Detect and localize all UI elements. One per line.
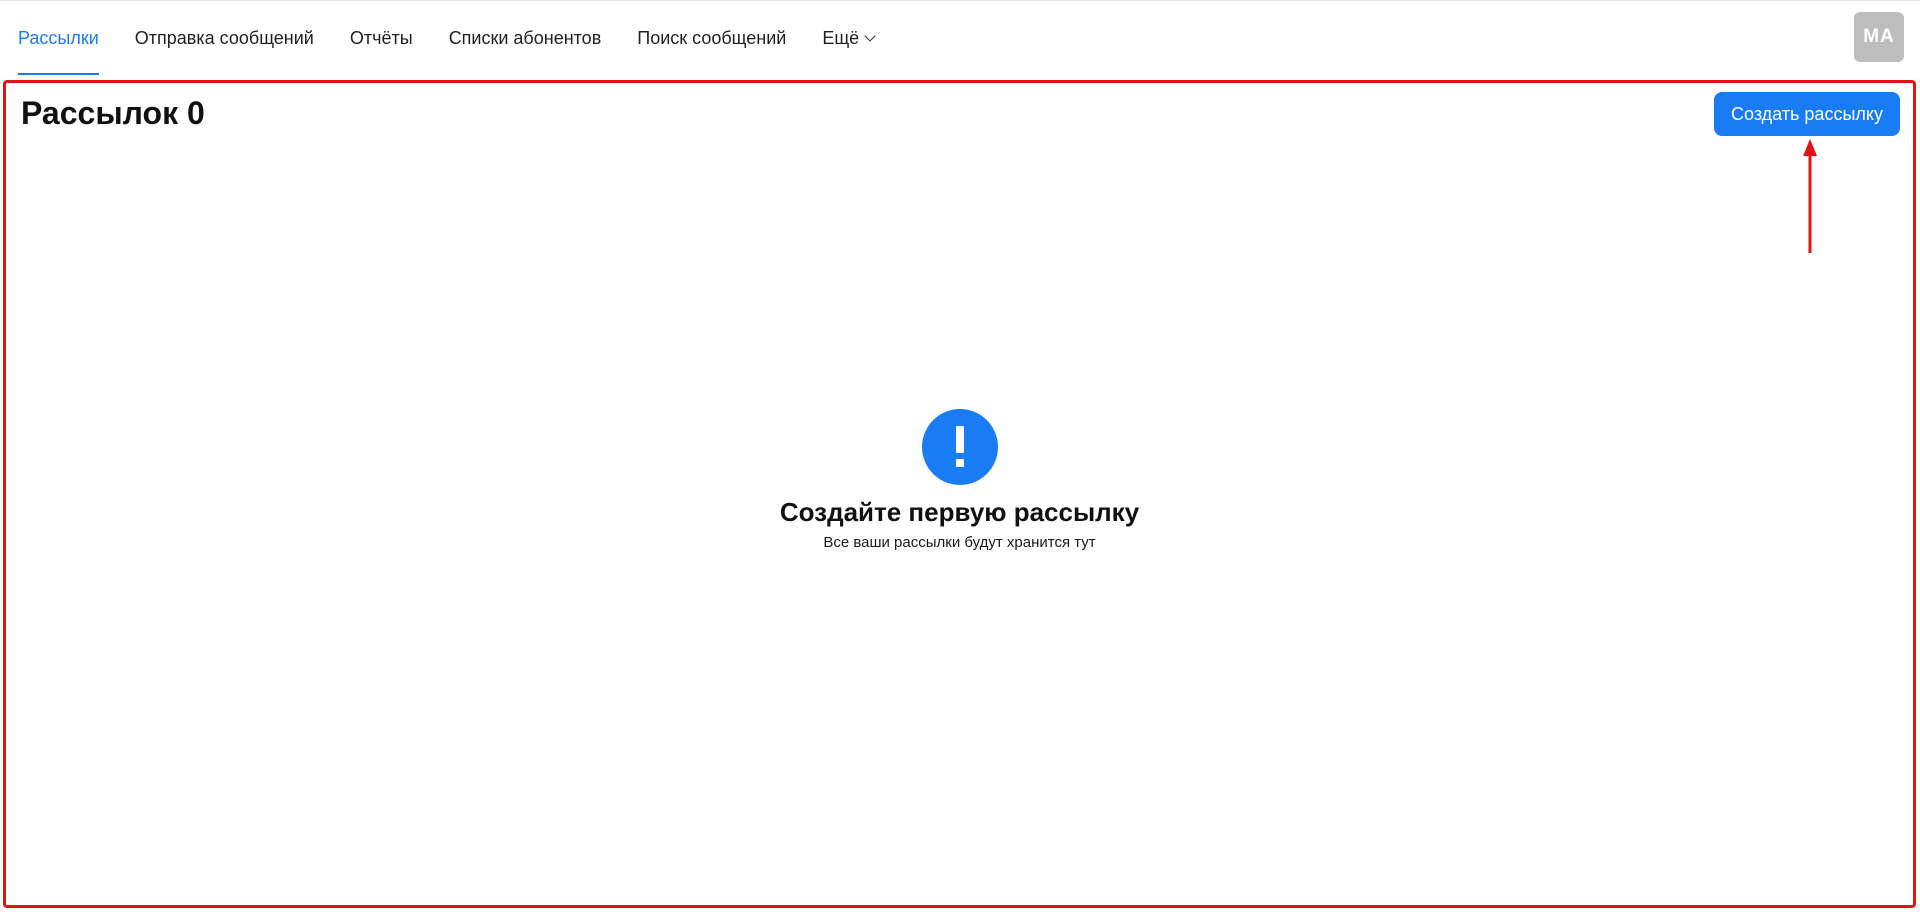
nav-item-label: Поиск сообщений: [637, 27, 787, 48]
create-mailing-button[interactable]: Создать рассылку: [1714, 92, 1900, 136]
nav-item-send-messages[interactable]: Отправка сообщений: [135, 1, 314, 75]
empty-state-subtitle: Все ваши рассылки будут хранится тут: [823, 534, 1096, 551]
nav-item-label: Рассылки: [18, 27, 99, 48]
nav-item-more[interactable]: Ещё: [822, 1, 876, 75]
main-nav: Рассылки Отправка сообщений Отчёты Списк…: [18, 1, 910, 75]
user-avatar[interactable]: MA: [1854, 12, 1904, 62]
chevron-down-icon: [864, 29, 876, 42]
nav-item-message-search[interactable]: Поиск сообщений: [637, 1, 786, 75]
nav-item-label: Списки абонентов: [448, 27, 602, 48]
nav-item-label: Ещё: [822, 27, 860, 48]
nav-item-reports[interactable]: Отчёты: [350, 1, 413, 75]
top-navigation-bar: Рассылки Отправка сообщений Отчёты Списк…: [0, 0, 1920, 76]
empty-state: Создайте первую рассылку Все ваши рассыл…: [6, 409, 1913, 551]
nav-item-mailings[interactable]: Рассылки: [18, 1, 99, 75]
pointer-arrow-icon: [1803, 139, 1817, 253]
nav-item-label: Отправка сообщений: [134, 27, 314, 48]
page-title: Рассылок 0: [21, 95, 205, 131]
exclamation-icon: [921, 409, 998, 485]
empty-state-title: Создайте первую рассылку: [779, 497, 1140, 527]
nav-item-label: Отчёты: [349, 27, 413, 48]
nav-item-subscriber-lists[interactable]: Списки абонентов: [449, 1, 602, 75]
main-content-highlight-frame: Рассылок 0 Создать рассылку Создайте пер…: [3, 80, 1916, 908]
